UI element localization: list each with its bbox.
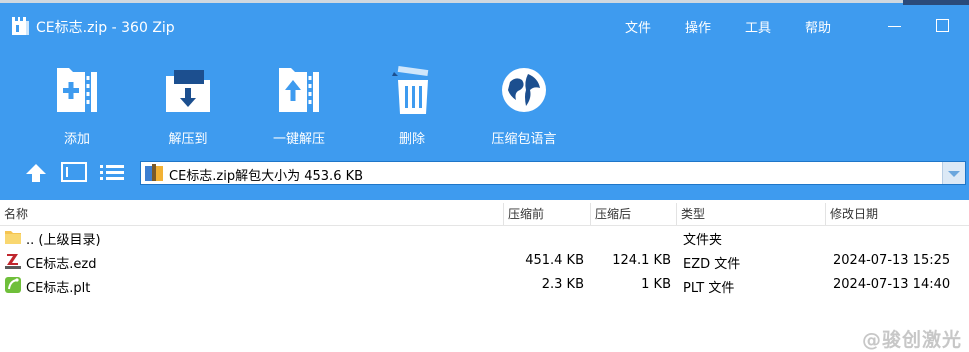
file-type: 文件夹 — [683, 233, 723, 248]
app-logo-icon — [12, 15, 29, 35]
one-click-extract-icon — [279, 68, 319, 112]
file-type: EZD 文件 — [683, 257, 741, 272]
file-name: .. (上级目录) — [26, 233, 101, 248]
file-name: CE标志.ezd — [26, 257, 97, 272]
menu-operation[interactable]: 操作 — [685, 17, 711, 36]
archive-icon — [145, 164, 163, 181]
file-name: CE标志.plt — [26, 281, 91, 296]
minimize-button[interactable] — [883, 13, 907, 37]
extract-to-label: 解压到 — [168, 132, 208, 147]
path-dropdown-button[interactable] — [942, 162, 965, 184]
file-modified: 2024-07-13 14:40 — [833, 277, 951, 292]
one-click-extract-label: 一键解压 — [272, 132, 325, 147]
language-pack-label: 压缩包语言 — [491, 132, 557, 147]
list-view-icon[interactable] — [99, 163, 125, 181]
title-bar: CE标志.zip - 360 Zip 文件 操作 工具 帮助 — [0, 3, 969, 43]
file-list-header: 名称 压缩前 压缩后 类型 修改日期 — [0, 203, 969, 226]
menu-help[interactable]: 帮助 — [805, 17, 831, 36]
path-text: CE标志.zip解包大小为 453.6 KB — [169, 169, 364, 184]
file-size-after: 1 KB — [641, 277, 671, 292]
column-name[interactable]: 名称 — [0, 203, 503, 225]
trash-icon — [392, 65, 429, 114]
column-compressed-after[interactable]: 压缩后 — [591, 203, 676, 225]
thumbnail-view-icon[interactable] — [61, 162, 87, 182]
file-row[interactable]: CE标志.plt 2.3 KB 1 KB PLT 文件 2024-07-13 1… — [0, 274, 969, 297]
add-label: 添加 — [63, 132, 90, 147]
delete-label: 删除 — [398, 132, 425, 147]
window-title: CE标志.zip - 360 Zip — [36, 20, 175, 36]
ezcad-file-icon — [5, 254, 21, 269]
menu-file[interactable]: 文件 — [625, 17, 651, 36]
file-size-after: 124.1 KB — [612, 253, 671, 268]
folder-icon — [5, 231, 21, 244]
path-bar[interactable]: CE标志.zip解包大小为 453.6 KB — [140, 161, 966, 185]
file-type: PLT 文件 — [683, 281, 735, 296]
extract-to-button[interactable]: 解压到 — [133, 62, 243, 152]
file-size-before: 2.3 KB — [541, 277, 584, 292]
add-button[interactable]: 添加 — [22, 62, 132, 152]
column-compressed-before[interactable]: 压缩前 — [504, 203, 590, 225]
globe-icon — [502, 68, 546, 112]
file-row[interactable]: .. (上级目录) 文件夹 — [0, 226, 969, 249]
file-modified: 2024-07-13 15:25 — [833, 253, 951, 268]
maximize-button[interactable] — [931, 13, 955, 37]
watermark: @骏创激光 — [861, 329, 962, 351]
column-modified[interactable]: 修改日期 — [826, 203, 969, 225]
column-type[interactable]: 类型 — [677, 203, 825, 225]
extract-folder-icon — [166, 70, 210, 112]
menu-tools[interactable]: 工具 — [745, 17, 771, 36]
language-pack-button[interactable]: 压缩包语言 — [469, 62, 579, 152]
one-click-extract-button[interactable]: 一键解压 — [244, 62, 354, 152]
add-icon — [57, 68, 97, 112]
plt-file-icon — [5, 277, 21, 293]
up-arrow-icon[interactable] — [24, 162, 48, 184]
file-size-before: 451.4 KB — [525, 253, 584, 268]
delete-button[interactable]: 删除 — [357, 62, 467, 152]
file-row[interactable]: CE标志.ezd 451.4 KB 124.1 KB EZD 文件 2024-0… — [0, 250, 969, 273]
